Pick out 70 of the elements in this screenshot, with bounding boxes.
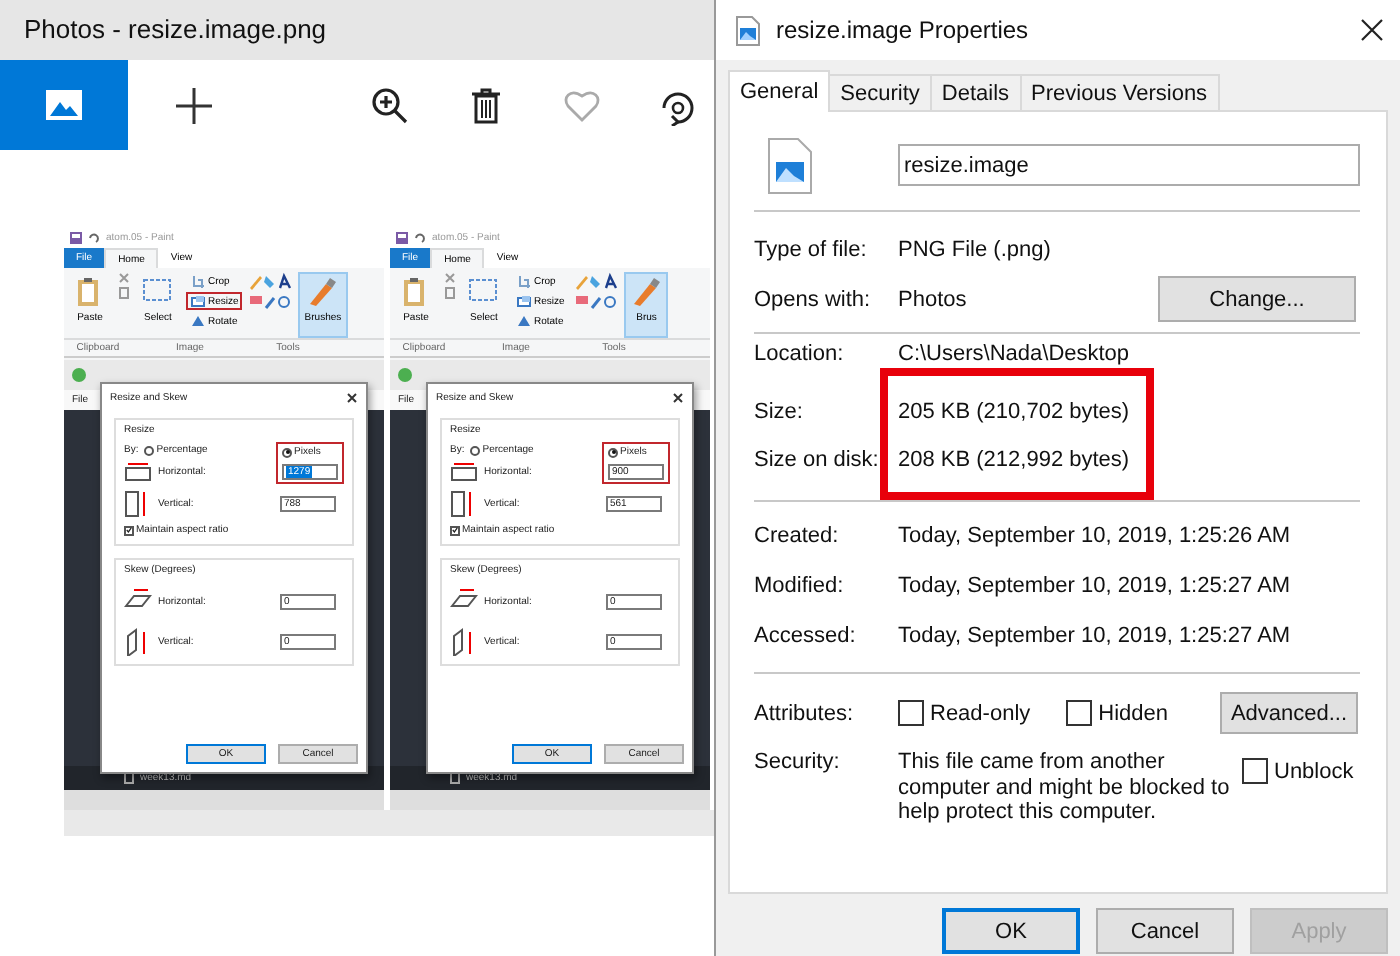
- image-icon: [44, 85, 84, 125]
- field-label: Size:: [754, 398, 805, 428]
- field-label: Type of file:: [754, 237, 869, 261]
- window-title: resize.image Properties: [776, 16, 1031, 44]
- name-field[interactable]: resize.image: [898, 144, 1360, 186]
- field-label: Attributes:: [754, 701, 856, 725]
- close-icon[interactable]: [672, 392, 684, 404]
- width-icon: [124, 462, 152, 482]
- scrollbar[interactable]: [64, 790, 384, 810]
- field-label: Modified:: [754, 573, 846, 597]
- tab[interactable]: Previous Versions: [1019, 74, 1220, 110]
- close-icon[interactable]: [346, 392, 358, 404]
- scrollbar[interactable]: [64, 810, 714, 836]
- image-file-icon: [768, 137, 812, 193]
- drawing-tools-icon: [574, 272, 619, 312]
- width-icon: [450, 462, 478, 482]
- field-value: 208 KB (212,992 bytes): [898, 446, 1130, 476]
- field-value: Photos: [898, 287, 969, 311]
- resize-icon: [190, 293, 206, 309]
- brushes-icon: [306, 276, 339, 308]
- brushes-icon: [630, 276, 663, 308]
- change-button[interactable]: Change...: [1158, 276, 1356, 322]
- resize-icon: [516, 293, 532, 309]
- advanced-button[interactable]: Advanced...: [1220, 692, 1358, 734]
- save-icon: [396, 231, 408, 243]
- tab[interactable]: General: [728, 70, 831, 112]
- undo-icon: [88, 231, 100, 243]
- window-title: Photos - resize.image.png: [24, 12, 327, 48]
- plus-icon: [174, 85, 214, 125]
- save-icon: [70, 231, 82, 243]
- checkbox[interactable]: Unblock: [1242, 758, 1354, 784]
- field-value: C:\Users\Nada\Desktop: [898, 342, 1130, 366]
- checkmark-icon: [126, 526, 132, 534]
- crop-icon: [516, 273, 532, 289]
- field-value: Today, September 10, 2019, 1:25:27 AM: [898, 573, 1291, 597]
- zoom-in-icon: [370, 85, 410, 125]
- app-icon: [398, 368, 412, 382]
- tab[interactable]: Security: [828, 74, 932, 110]
- checkbox[interactable]: Hidden: [1066, 700, 1168, 726]
- scrollbar[interactable]: [390, 790, 710, 810]
- file-icon: [124, 772, 134, 784]
- field-label: Created:: [754, 523, 841, 547]
- field-value: PNG File (.png): [898, 237, 1051, 261]
- field-label: Accessed:: [754, 623, 858, 647]
- crop-icon: [190, 273, 206, 289]
- field-value: Today, September 10, 2019, 1:25:26 AM: [898, 523, 1291, 547]
- checkmark-icon: [452, 526, 458, 534]
- heart-icon: [562, 85, 602, 125]
- cancel-button[interactable]: Cancel: [1096, 908, 1234, 954]
- security-note: This file came from another computer and might be blocked to help protect this computer.: [898, 750, 1232, 825]
- file-icon: [736, 15, 760, 45]
- drawing-tools-icon: [248, 272, 293, 312]
- field-label: Opens with:: [754, 287, 873, 311]
- file-icon: [450, 772, 460, 784]
- undo-icon: [414, 231, 426, 243]
- field-value: 205 KB (210,702 bytes): [898, 398, 1130, 428]
- rotate-icon: [516, 313, 532, 329]
- cut-copy-icon: [118, 272, 130, 300]
- trash-icon: [466, 85, 506, 125]
- app-icon: [72, 368, 86, 382]
- close-icon[interactable]: [1360, 18, 1384, 42]
- field-label: Location:: [754, 342, 846, 366]
- field-value: Today, September 10, 2019, 1:25:27 AM: [898, 623, 1291, 647]
- image-button[interactable]: [0, 60, 128, 150]
- checkbox[interactable]: Read-only: [898, 700, 1031, 726]
- field-label: Size on disk:: [754, 446, 880, 476]
- rotate-icon: [190, 313, 206, 329]
- field-label: Security:: [754, 750, 842, 778]
- ok-button[interactable]: OK: [942, 908, 1080, 954]
- cut-copy-icon: [444, 272, 456, 300]
